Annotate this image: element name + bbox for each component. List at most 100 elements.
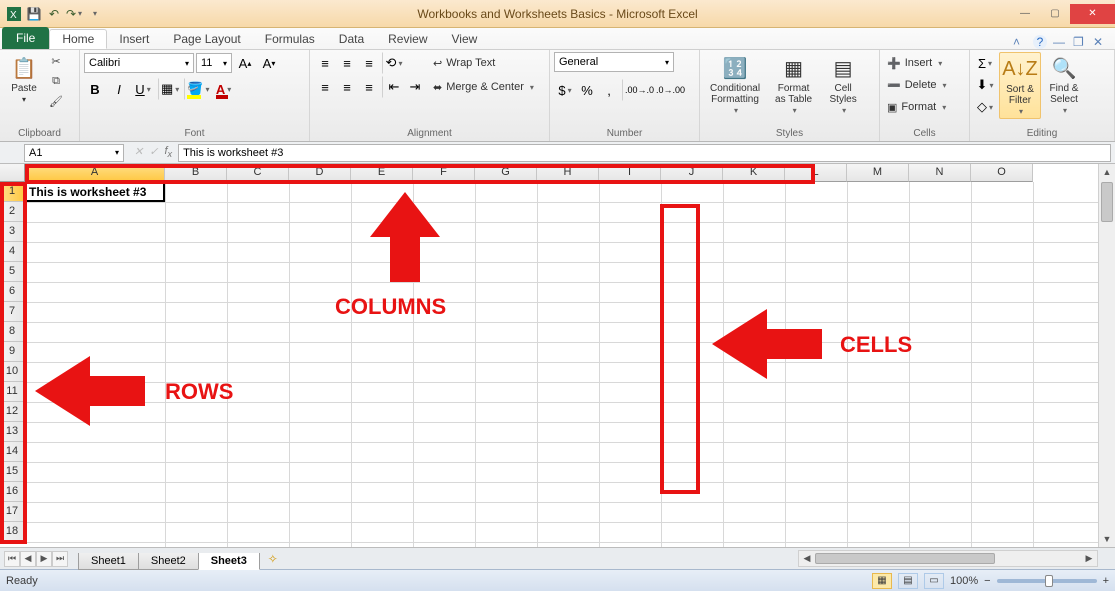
status-bar: Ready ▦ ▤ ▭ 100% − + [0,569,1115,591]
tab-page-layout[interactable]: Page Layout [161,29,252,49]
increase-decimal-button[interactable]: .00→.0 [622,79,655,101]
normal-view-button[interactable]: ▦ [872,573,892,589]
bold-button[interactable]: B [84,78,106,100]
copy-button[interactable]: ⧉ [47,72,65,90]
font-size-select[interactable]: 11▾ [196,53,232,73]
next-sheet-button[interactable]: ▶ [36,551,52,567]
prev-sheet-button[interactable]: ◀ [20,551,36,567]
zoom-out-button[interactable]: − [984,575,990,587]
percent-button[interactable]: % [576,79,598,101]
enter-formula-button[interactable]: ✓ [149,145,158,159]
grow-font-button[interactable]: A▴ [234,52,256,74]
formula-value: This is worksheet #3 [183,147,283,159]
tab-home[interactable]: Home [49,29,107,49]
wrap-text-button[interactable]: ↩Wrap Text [429,52,538,74]
decrease-indent-button[interactable]: ⇤ [382,76,404,98]
tab-data[interactable]: Data [327,29,376,49]
last-sheet-button[interactable]: ⏭ [52,551,68,567]
delete-cells-button[interactable]: ➖Delete [884,74,950,96]
first-sheet-button[interactable]: ⏮ [4,551,20,567]
cut-button[interactable]: ✂ [47,52,65,70]
zoom-in-button[interactable]: + [1103,575,1109,587]
close-button[interactable]: ✕ [1070,4,1115,24]
active-cell[interactable]: This is worksheet #3 [25,182,165,202]
format-painter-button[interactable]: 🖌 [47,92,65,110]
sheet-tab-sheet2[interactable]: Sheet2 [138,553,199,570]
comma-button[interactable]: , [598,79,620,101]
align-bottom-button[interactable]: ≡ [358,52,380,74]
autosum-button[interactable]: Σ [974,52,996,74]
name-box[interactable]: A1▾ [24,144,124,162]
borders-button[interactable]: ▦ [158,78,180,100]
scroll-right-button[interactable]: ▶ [1081,553,1097,564]
align-right-button[interactable]: ≡ [358,76,380,98]
cells-area[interactable]: This is worksheet #3 [25,182,1115,547]
align-left-button[interactable]: ≡ [314,76,336,98]
insert-cells-button[interactable]: ➕Insert [884,52,950,74]
align-top-button[interactable]: ≡ [314,52,336,74]
underline-button[interactable]: U [132,78,154,100]
font-name-select[interactable]: Calibri▾ [84,53,194,73]
file-tab[interactable]: File [2,27,49,49]
font-color-button[interactable]: A [213,78,235,100]
workbook-close-icon[interactable]: ✕ [1093,35,1107,49]
horizontal-scrollbar[interactable]: ◀ ▶ [798,550,1098,567]
sheet-tab-sheet1[interactable]: Sheet1 [78,553,139,570]
scroll-thumb[interactable] [1101,182,1113,222]
clear-button[interactable]: ◇ [974,96,996,118]
column-header-M[interactable]: M [847,164,909,182]
redo-icon[interactable]: ↷ [66,6,82,22]
align-center-button[interactable]: ≡ [336,76,358,98]
formula-input[interactable]: This is worksheet #3 [178,144,1111,162]
select-all-corner[interactable] [0,164,25,182]
paste-button[interactable]: 📋 Paste ▾ [4,52,44,106]
tab-view[interactable]: View [440,29,490,49]
column-header-O[interactable]: O [971,164,1033,182]
shrink-font-button[interactable]: A▾ [258,52,280,74]
vertical-scrollbar[interactable]: ▲ ▼ [1098,164,1115,547]
scroll-up-button[interactable]: ▲ [1099,164,1115,180]
zoom-slider[interactable] [997,579,1097,583]
page-break-view-button[interactable]: ▭ [924,573,944,589]
fx-button[interactable]: fx [164,145,172,159]
fill-color-button[interactable]: 🪣 [184,78,210,100]
accounting-format-button[interactable]: $ [554,79,576,101]
format-cells-button[interactable]: ▣Format [884,96,950,118]
new-sheet-button[interactable]: ✧ [263,551,283,567]
scroll-left-button[interactable]: ◀ [799,553,815,564]
scroll-down-button[interactable]: ▼ [1099,531,1115,547]
tab-review[interactable]: Review [376,29,439,49]
workbook-restore-icon[interactable]: ❐ [1073,35,1087,49]
minimize-ribbon-icon[interactable]: ˄ [1013,35,1027,49]
find-select-button[interactable]: 🔍Find & Select [1044,52,1084,117]
column-header-N[interactable]: N [909,164,971,182]
align-middle-button[interactable]: ≡ [336,52,358,74]
italic-button[interactable]: I [108,78,130,100]
sheet-tab-sheet3[interactable]: Sheet3 [198,553,260,570]
maximize-button[interactable]: ▢ [1040,4,1070,24]
cancel-formula-button[interactable]: ✕ [134,145,143,159]
save-icon[interactable]: 💾 [26,6,42,22]
conditional-formatting-button[interactable]: 🔢Conditional Formatting [704,52,766,117]
hscroll-thumb[interactable] [815,553,995,564]
page-layout-view-button[interactable]: ▤ [898,573,918,589]
tab-insert[interactable]: Insert [107,29,161,49]
orientation-button[interactable]: ⟲ [382,52,404,74]
format-as-table-button[interactable]: ▦Format as Table [769,52,818,117]
increase-indent-button[interactable]: ⇥ [404,76,426,98]
delete-icon: ➖ [887,79,901,92]
help-icon[interactable]: ? [1033,35,1047,49]
sort-filter-button[interactable]: A↓ZSort & Filter [999,52,1041,119]
decrease-decimal-button[interactable]: .0→.00 [655,79,686,101]
qat-customize-icon[interactable] [86,6,102,22]
zoom-knob[interactable] [1045,575,1053,587]
fill-button[interactable]: ⬇ [974,74,996,96]
merge-center-button[interactable]: ⬌Merge & Center [429,76,538,98]
workbook-minimize-icon[interactable]: — [1053,35,1067,49]
number-format-select[interactable]: General▾ [554,52,674,72]
tab-formulas[interactable]: Formulas [253,29,327,49]
undo-icon[interactable]: ↶ [46,6,62,22]
minimize-button[interactable]: — [1010,4,1040,24]
spreadsheet-grid[interactable]: ABCDEFGHIJKLMNO 123456789101112131415161… [0,164,1115,547]
cell-styles-button[interactable]: ▤Cell Styles [821,52,865,117]
